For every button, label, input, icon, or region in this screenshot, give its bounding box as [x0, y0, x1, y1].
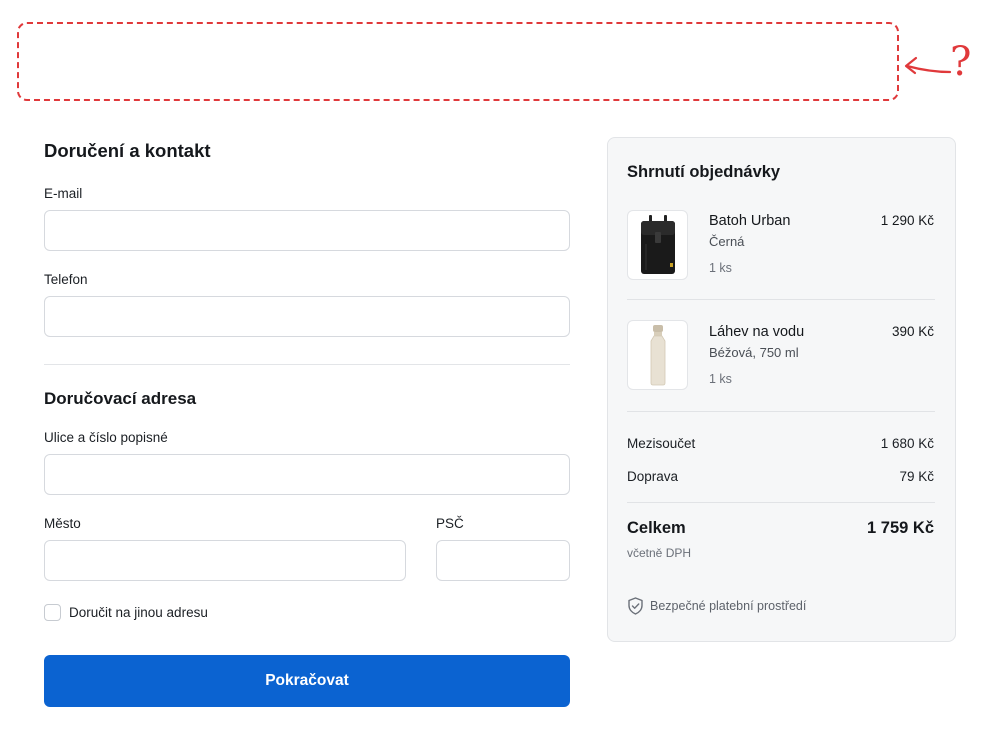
product-thumbnail	[627, 320, 688, 390]
zip-label: PSČ	[436, 516, 464, 531]
shipping-value: 79 Kč	[899, 469, 934, 484]
product-name: Batoh Urban	[709, 213, 791, 229]
secure-payment-note: Bezpečné platební prostředí	[627, 597, 806, 615]
summary-title: Shrnutí objednávky	[627, 163, 781, 181]
zip-input[interactable]	[436, 540, 570, 581]
product-name: Láhev na vodu	[709, 324, 805, 340]
subtotal-label: Mezisoučet	[627, 436, 696, 451]
subtotal-value: 1 680 Kč	[880, 436, 934, 451]
summary-divider	[627, 299, 935, 300]
address-heading: Doručovací adresa	[44, 389, 197, 408]
product-variant: Černá	[709, 234, 745, 249]
shield-check-icon	[628, 597, 643, 615]
product-quantity: 1 ks	[709, 372, 732, 386]
vat-note: včetně DPH	[627, 546, 692, 560]
section-divider	[44, 364, 570, 365]
total-label: Celkem	[627, 519, 686, 537]
continue-button[interactable]: Pokračovat	[44, 655, 570, 707]
city-input[interactable]	[44, 540, 406, 581]
alt-address-checkbox[interactable]	[44, 604, 61, 621]
annotation-placeholder-box	[17, 22, 899, 101]
delivery-heading: Doručení a kontakt	[44, 140, 211, 161]
phone-label: Telefon	[44, 272, 88, 287]
product-price: 1 290 Kč	[880, 213, 934, 228]
secure-payment-text: Bezpečné platební prostředí	[650, 599, 807, 613]
backpack-icon	[640, 215, 675, 274]
alt-address-label[interactable]: Doručit na jinou adresu	[69, 605, 208, 620]
email-input[interactable]	[44, 210, 570, 251]
product-price: 390 Kč	[891, 324, 934, 339]
street-input[interactable]	[44, 454, 570, 495]
annotation-question-mark: ?	[950, 39, 972, 85]
shipping-label: Doprava	[627, 469, 679, 484]
product-quantity: 1 ks	[709, 261, 732, 275]
summary-divider	[627, 411, 935, 412]
email-label: E-mail	[44, 186, 83, 201]
product-thumbnail	[627, 210, 688, 280]
annotation-arrow-icon	[904, 56, 952, 75]
street-label: Ulice a číslo popisné	[44, 430, 168, 445]
order-summary-panel: Shrnutí objednávky Batoh Urban Černá 1 k…	[607, 137, 956, 642]
water-bottle-icon	[650, 325, 665, 386]
phone-input[interactable]	[44, 296, 570, 337]
product-variant: Béžová, 750 ml	[709, 345, 799, 360]
city-label: Město	[44, 516, 81, 531]
total-value: 1 759 Kč	[867, 519, 934, 537]
summary-divider	[627, 502, 935, 503]
